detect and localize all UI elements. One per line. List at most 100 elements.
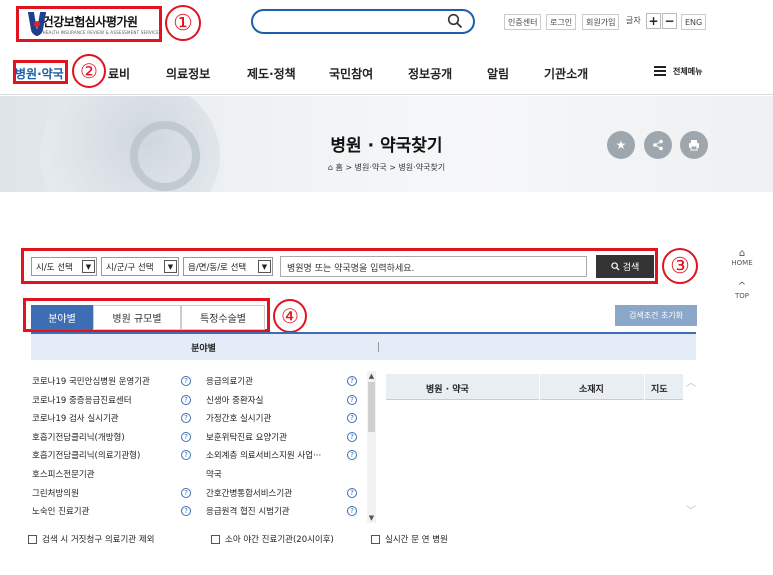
hero-banner: 병원 · 약국찾기 ⌂ 홈 > 병원·약국 > 병원·약국찾기 ★ (0, 96, 773, 192)
category-item[interactable]: 가정간호 실시기관 (206, 412, 271, 424)
scroll-up-icon[interactable]: ▲ (367, 371, 376, 380)
category-item[interactable]: 신생아 중환자실 (206, 394, 263, 406)
main-nav: 병원·약국 ② 료비 의료정보 제도·정책 국민참여 정보공개 알림 기관소개 … (0, 50, 773, 95)
category-item[interactable]: 호스피스전문기관 (32, 468, 95, 480)
results-scroll-down-icon[interactable]: ﹀ (686, 502, 696, 517)
dong-select[interactable]: 읍/면/동/로 선택 ▼ (183, 257, 273, 276)
nav-item-policy[interactable]: 제도·정책 (247, 65, 296, 82)
option-checkboxes: 검색 시 거짓청구 의료기관 제외 소아 야간 진료기관(20시이후) 실시간 … (28, 533, 728, 547)
font-increase-button[interactable]: + (646, 13, 661, 29)
breadcrumb-home[interactable]: 홈 (335, 163, 342, 172)
search-icon[interactable] (447, 13, 463, 29)
nav-item-medical-info[interactable]: 의료정보 (166, 65, 210, 82)
print-icon[interactable] (680, 131, 708, 159)
category-item[interactable]: 코로나19 중증응급진료센터 (32, 394, 132, 406)
category-item[interactable]: 그린처방의원 (32, 487, 79, 499)
logo-title: 건강보험심사평가원 (42, 15, 138, 29)
help-icon[interactable]: ? (347, 487, 357, 498)
dong-select-label: 읍/면/동/로 선택 (188, 262, 247, 273)
chevron-down-icon: ▼ (258, 260, 271, 273)
help-icon[interactable]: ? (347, 413, 357, 424)
category-item[interactable]: 소외계층 의료서비스지원 사업··· (206, 449, 321, 461)
category-item[interactable]: 응급의료기관 (206, 375, 253, 387)
top-bar: 건강보험심사평가원 HEALTH INSURANCE REVIEW & ASSE… (0, 0, 773, 50)
category-item[interactable]: 호흡기전담클리닉(의료기관형) (32, 449, 140, 461)
help-icon[interactable]: ? (181, 376, 191, 386)
help-icon[interactable]: ? (181, 506, 191, 517)
home-icon[interactable]: ⌂ (328, 163, 333, 172)
breadcrumb-current: 병원·약국찾기 (398, 163, 446, 172)
results-scroll-up-icon[interactable]: ︿ (686, 374, 696, 389)
auth-center-link[interactable]: 인증센터 (504, 14, 542, 30)
home-float-button[interactable]: ⌂ HOME (731, 249, 753, 268)
category-item[interactable]: 약국 (206, 468, 222, 480)
font-size-label: 글자 (626, 16, 641, 25)
font-decrease-button[interactable]: − (662, 13, 677, 29)
chevron-up-icon: ^ (737, 281, 747, 292)
help-icon[interactable]: ? (347, 394, 357, 405)
breadcrumb: ⌂ 홈 > 병원·약국 > 병원·약국찾기 (0, 162, 773, 173)
category-item[interactable]: 응급원격 협진 시범기관 (206, 505, 290, 517)
tab-by-size[interactable]: 병원 규모별 (93, 305, 181, 330)
hospital-name-input[interactable]: 병원명 또는 약국명을 입력하세요. (280, 256, 587, 277)
login-link[interactable]: 로그인 (546, 14, 577, 30)
column-location: 소재지 (579, 385, 604, 395)
pediatric-night-checkbox[interactable]: 소아 야간 진료기관(20시이후) (211, 533, 334, 545)
logo-subtitle: HEALTH INSURANCE REVIEW & ASSESSMENT SER… (42, 30, 159, 35)
reset-filters-button[interactable]: 검색조건 초기화 (615, 305, 697, 326)
site-search-input[interactable] (251, 9, 475, 34)
top-float-button[interactable]: ^ TOP (731, 281, 753, 301)
results-table-header: 병원 · 약국 소재지 지도 (386, 374, 683, 400)
category-item[interactable]: 코로나19 국민안심병원 운영기관 (32, 375, 150, 387)
breadcrumb-separator: > (345, 163, 353, 172)
category-item[interactable]: 코로나19 검사 실시기관 (32, 412, 119, 424)
panel-header: 분야별 (31, 334, 376, 360)
list-scrollbar-thumb[interactable] (368, 382, 375, 432)
divider (378, 342, 379, 352)
category-item[interactable]: 보훈위탁진료 요양기관 (206, 431, 287, 443)
nav-item-participation[interactable]: 국민참여 (329, 65, 373, 82)
help-icon[interactable]: ? (181, 431, 191, 442)
open-now-checkbox[interactable]: 실시간 문 연 병원 (371, 533, 448, 545)
top-label: TOP (734, 292, 749, 300)
breadcrumb-hospital-pharmacy[interactable]: 병원·약국 (355, 163, 387, 172)
nav-item-notice[interactable]: 알림 (487, 65, 509, 82)
chevron-down-icon: ▼ (82, 260, 95, 273)
help-icon[interactable]: ? (347, 431, 357, 442)
help-icon[interactable]: ? (181, 487, 191, 498)
category-item[interactable]: 호흡기전담클리닉(개방형) (32, 431, 125, 443)
logo[interactable]: 건강보험심사평가원 HEALTH INSURANCE REVIEW & ASSE… (16, 6, 162, 42)
sigungu-select[interactable]: 시/군/구 선택 ▼ (101, 257, 179, 276)
nav-item-medical-fee[interactable]: 료비 (108, 65, 130, 82)
category-item[interactable]: 노숙인 진료기관 (32, 505, 89, 517)
nav-item-disclosure[interactable]: 정보공개 (408, 65, 452, 82)
help-icon[interactable]: ? (181, 413, 191, 424)
annotation-marker-4: ④ (273, 299, 307, 333)
help-icon[interactable]: ? (181, 394, 191, 405)
breadcrumb-separator: > (389, 163, 396, 172)
exclude-false-claim-checkbox[interactable]: 검색 시 거짓청구 의료기관 제외 (28, 533, 154, 545)
search-filter-row: 시/도 선택 ▼ 시/군/구 선택 ▼ 읍/면/동/로 선택 ▼ 병원명 또는 … (27, 252, 657, 280)
nav-item-about[interactable]: 기관소개 (544, 65, 588, 82)
help-icon[interactable]: ? (347, 450, 357, 461)
share-icon[interactable] (644, 131, 672, 159)
favorite-star-icon[interactable]: ★ (607, 131, 635, 159)
search-button[interactable]: 검색 (596, 255, 654, 278)
category-list: 코로나19 국민안심병원 운영기관? 응급의료기관? 코로나19 중증응급진료센터?… (31, 370, 367, 524)
all-menu-button[interactable]: 전체메뉴 (673, 66, 702, 77)
help-icon[interactable]: ? (347, 376, 357, 386)
help-icon[interactable]: ? (181, 450, 191, 461)
checkbox-label: 소아 야간 진료기관(20시이후) (225, 535, 334, 545)
search-button-label: 검색 (622, 263, 640, 273)
hamburger-menu-icon[interactable] (654, 66, 666, 76)
tab-by-surgery[interactable]: 특정수술별 (181, 305, 265, 330)
nav-item-hospital-pharmacy[interactable]: 병원·약국 (15, 65, 64, 82)
sido-select[interactable]: 시/도 선택 ▼ (31, 257, 97, 276)
english-link[interactable]: ENG (681, 14, 707, 30)
help-icon[interactable]: ? (347, 506, 357, 517)
scroll-down-icon[interactable]: ▼ (367, 513, 376, 522)
column-divider (539, 374, 540, 400)
tab-by-field[interactable]: 분야별 (31, 305, 93, 330)
signup-link[interactable]: 회원가입 (582, 14, 620, 30)
category-item[interactable]: 간호간병통합서비스기관 (206, 487, 292, 499)
